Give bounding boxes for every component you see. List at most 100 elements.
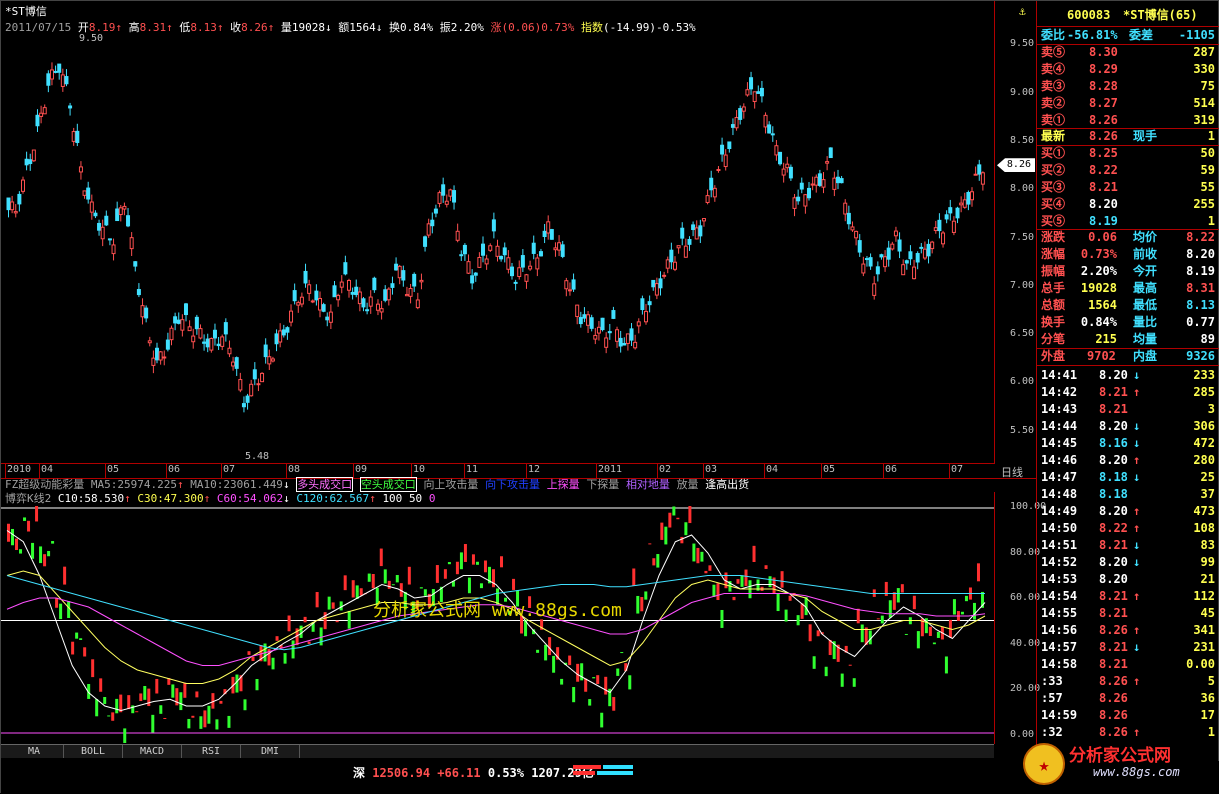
tick-row[interactable]: 14:52 8.20 ↓ 99: [1037, 554, 1219, 571]
bid-row[interactable]: 买④ 8.20 255: [1037, 196, 1219, 213]
candle: [575, 304, 580, 318]
tick-time: 14:45: [1041, 436, 1078, 450]
tick-row[interactable]: 14:54 8.21 ↑ 112: [1037, 588, 1219, 605]
tick-row[interactable]: 14:56 8.26 ↑ 341: [1037, 622, 1219, 639]
tick-row[interactable]: 14:50 8.22 ↑ 108: [1037, 520, 1219, 537]
chart-area[interactable]: *ST博信 2011/07/15 开8.19↑ 高8.31↑ 低8.13↑ 收8…: [1, 1, 1047, 766]
osc-bar: [327, 596, 331, 610]
osc-bar: [247, 651, 251, 655]
tab-ma[interactable]: MA: [5, 745, 64, 758]
bid-row[interactable]: 买② 8.22 59: [1037, 162, 1219, 179]
ask-row[interactable]: 卖④ 8.29 330: [1037, 61, 1219, 78]
osc-bar: [187, 718, 191, 729]
osc-bar: [752, 545, 756, 563]
ind2-name[interactable]: 博弈K线2: [5, 492, 51, 505]
osc-bar: [800, 603, 804, 619]
osc-bar: [455, 561, 459, 575]
candle: [426, 223, 431, 236]
tick-time: 14:57: [1041, 640, 1078, 654]
candle: [129, 237, 134, 250]
tick-row[interactable]: 14:53 8.20 21: [1037, 571, 1219, 588]
osc-bar: [544, 644, 548, 661]
tick-row[interactable]: 14:46 8.20 ↑ 280: [1037, 452, 1219, 469]
tick-row[interactable]: 14:44 8.20 ↓ 306: [1037, 418, 1219, 435]
bid-row[interactable]: 买③ 8.21 55: [1037, 179, 1219, 196]
market-breadth-bar: [573, 765, 633, 775]
candle: [864, 258, 869, 261]
ask-row[interactable]: 卖① 8.26 319: [1037, 112, 1219, 129]
candle: [115, 208, 120, 222]
tick-row[interactable]: 14:47 8.18 ↓ 25: [1037, 469, 1219, 486]
candle: [241, 403, 246, 408]
candle: [299, 296, 304, 305]
tab-macd[interactable]: MACD: [123, 745, 182, 758]
tick-volume: 473: [1193, 504, 1215, 518]
date-tick: 12: [528, 464, 541, 475]
tick-price: 8.21: [1099, 589, 1128, 603]
candlestick-chart[interactable]: 9.50 5.48: [1, 31, 994, 463]
tick-row[interactable]: 14:43 8.21 3: [1037, 401, 1219, 418]
tab-boll[interactable]: BOLL: [64, 745, 123, 758]
tick-volume: 37: [1200, 487, 1215, 501]
candle: [488, 245, 493, 251]
ind1-t8: 放量: [676, 478, 699, 491]
tick-price: 8.21: [1099, 402, 1128, 416]
ind2-100: 100: [382, 492, 403, 505]
tick-row[interactable]: 14:57 8.21 ↓ 231: [1037, 639, 1219, 656]
candle: [415, 299, 420, 309]
candle: [604, 337, 609, 348]
tick-row[interactable]: 14:48 8.18 37: [1037, 486, 1219, 503]
tick-row[interactable]: :32 8.26 ↑ 1: [1037, 724, 1219, 741]
period-label[interactable]: 日线: [1001, 464, 1023, 480]
candle: [249, 383, 254, 397]
tick-row[interactable]: :57 8.26 36: [1037, 690, 1219, 707]
osc-bar: [572, 687, 576, 703]
osc-bar: [35, 506, 39, 522]
tick-dir: ↑: [1133, 504, 1141, 518]
tab-rsi[interactable]: RSI: [182, 745, 241, 758]
candle: [897, 239, 902, 252]
bid-row[interactable]: 买⑤ 8.19 1: [1037, 213, 1219, 230]
ind1-name[interactable]: FZ超级动能彩量: [5, 478, 84, 491]
tick-row[interactable]: 14:55 8.21 45: [1037, 605, 1219, 622]
tick-row[interactable]: 14:51 8.21 ↓ 83: [1037, 537, 1219, 554]
oscillator-chart[interactable]: [1, 506, 994, 743]
date-tick: 06: [168, 464, 181, 475]
bid-volume: 55: [1200, 180, 1215, 194]
ask-row[interactable]: 卖② 8.27 514: [1037, 95, 1219, 112]
osc-tick: 100.00: [1010, 501, 1047, 512]
tab-dmi[interactable]: DMI: [241, 745, 300, 758]
candle: [662, 274, 667, 277]
osc-bar: [51, 541, 55, 544]
candle: [93, 212, 98, 217]
candle: [578, 317, 583, 325]
ask-row[interactable]: 卖③ 8.28 75: [1037, 78, 1219, 95]
candle: [792, 197, 797, 209]
bid-row[interactable]: 买① 8.25 50: [1037, 145, 1219, 162]
osc-bar: [696, 547, 700, 564]
candle: [49, 69, 54, 80]
stat-value-2: 89: [1200, 332, 1215, 346]
price-tick: 7.00: [1010, 279, 1035, 291]
logo-icon: ★: [1021, 741, 1067, 787]
tick-row[interactable]: 14:49 8.20 ↑ 473: [1037, 503, 1219, 520]
tick-row[interactable]: 14:59 8.26 17: [1037, 707, 1219, 724]
bid-price: 8.25: [1089, 146, 1118, 160]
tick-time: 14:46: [1041, 453, 1078, 467]
candle: [723, 154, 728, 168]
stat-value: 0.84%: [1080, 315, 1117, 329]
candle: [741, 106, 746, 112]
candle: [176, 319, 181, 324]
candle: [973, 173, 978, 176]
tick-row[interactable]: 14:42 8.21 ↑ 285: [1037, 384, 1219, 401]
tick-row[interactable]: 14:58 8.21 0.00: [1037, 656, 1219, 673]
candle: [919, 246, 924, 249]
ask-row[interactable]: 卖⑤ 8.30 287: [1037, 44, 1219, 61]
tick-row[interactable]: 14:41 8.20 ↓ 233: [1037, 367, 1219, 384]
tick-row[interactable]: 14:45 8.16 ↓ 472: [1037, 435, 1219, 452]
ind1-ma5: MA5:25974.225: [90, 478, 177, 491]
price-tick: 5.50: [1010, 424, 1035, 436]
tick-row[interactable]: :33 8.26 ↑ 5: [1037, 673, 1219, 690]
osc-bar: [960, 611, 964, 615]
candle: [325, 316, 330, 321]
